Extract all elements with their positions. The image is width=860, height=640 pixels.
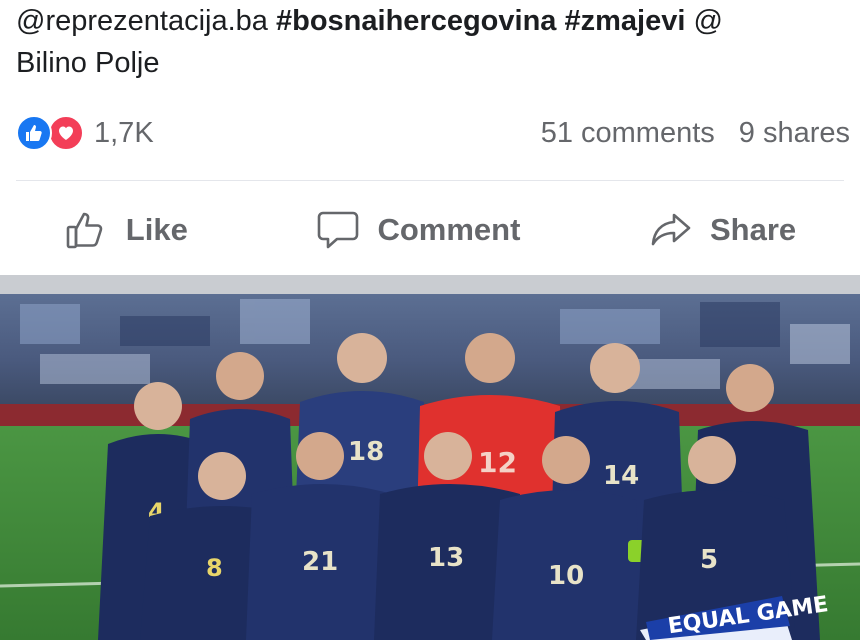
post-caption: @reprezentacija.ba #bosnaihercegovina #z… xyxy=(16,0,852,84)
share-button[interactable]: Share xyxy=(648,207,796,253)
svg-text:8: 8 xyxy=(206,554,223,582)
svg-text:5: 5 xyxy=(700,545,718,575)
thumbs-up-outline-icon xyxy=(64,207,110,253)
comment-button[interactable]: Comment xyxy=(315,207,520,253)
share-arrow-icon xyxy=(648,207,694,253)
svg-text:21: 21 xyxy=(302,547,338,577)
like-button[interactable]: Like xyxy=(64,207,188,253)
comments-count-link[interactable]: 51 comments xyxy=(541,117,715,150)
svg-text:12: 12 xyxy=(478,446,517,479)
thumbs-up-icon xyxy=(16,115,52,151)
post-action-bar: Like Comment Share xyxy=(0,190,860,270)
hashtag-bosnaihercegovina[interactable]: #bosnaihercegovina xyxy=(276,5,556,37)
svg-text:14: 14 xyxy=(603,461,639,491)
post-stats-bar: 1,7K 51 comments 9 shares xyxy=(16,112,850,154)
speech-bubble-icon xyxy=(315,207,361,253)
svg-text:13: 13 xyxy=(428,543,464,573)
comment-label: Comment xyxy=(377,212,521,247)
heart-icon xyxy=(48,115,84,151)
reactions-count: 1,7K xyxy=(94,116,154,149)
team-photo-illustration: 4 18 12 14 8 21 13 10 5 EQUAL GAME xyxy=(0,294,860,640)
caption-at-symbol: @ xyxy=(693,5,723,37)
front-row-players: 8 21 13 10 5 xyxy=(140,432,796,640)
share-label: Share xyxy=(710,212,797,247)
shares-count-link[interactable]: 9 shares xyxy=(739,117,850,150)
stats-divider xyxy=(16,180,844,181)
feed-separator xyxy=(0,275,860,294)
reactions-summary[interactable]: 1,7K xyxy=(16,115,154,151)
svg-text:10: 10 xyxy=(548,561,584,591)
hashtag-zmajevi[interactable]: #zmajevi xyxy=(564,5,685,37)
caption-location[interactable]: Bilino Polje xyxy=(16,47,159,79)
engagement-counts: 51 comments 9 shares xyxy=(541,117,850,150)
svg-text:18: 18 xyxy=(348,437,384,467)
caption-handle-link[interactable]: @reprezentacija.ba xyxy=(16,5,268,37)
like-label: Like xyxy=(125,212,188,247)
post-photo-team[interactable]: 4 18 12 14 8 21 13 10 5 EQUAL GAME xyxy=(0,294,860,640)
